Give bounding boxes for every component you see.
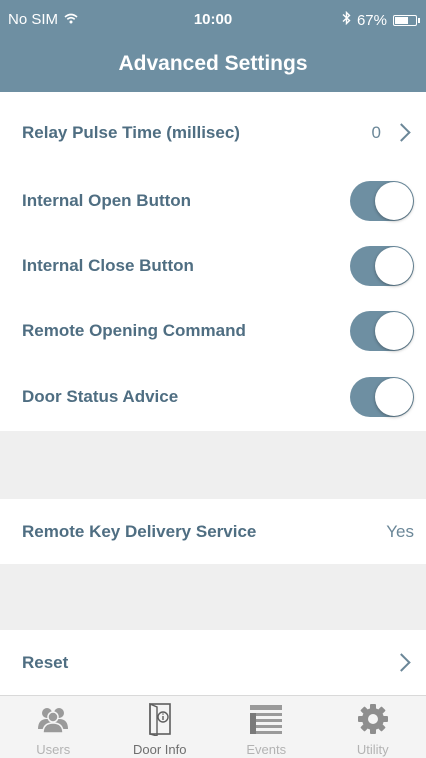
- tab-label: Door Info: [133, 742, 187, 757]
- status-right: 67%: [342, 10, 420, 29]
- chevron-right-icon: [392, 653, 411, 672]
- relay-pulse-row[interactable]: Relay Pulse Time (millisec) 0: [0, 100, 426, 165]
- remote-opening-label: Remote Opening Command: [22, 320, 246, 340]
- battery-percent: 67%: [356, 11, 387, 29]
- door-status-label: Door Status Advice: [22, 386, 179, 406]
- page-title: Advanced Settings: [118, 52, 308, 75]
- battery-icon: [393, 14, 417, 26]
- chevron-right-icon: [392, 123, 411, 142]
- toggle-knob: [375, 181, 413, 220]
- internal-close-row: Internal Close Button: [0, 233, 426, 298]
- remote-key-label: Remote Key Delivery Service: [22, 521, 257, 541]
- reset-label: Reset: [22, 652, 69, 672]
- section-gap: [0, 431, 426, 499]
- relay-pulse-label: Relay Pulse Time (millisec): [22, 122, 240, 142]
- remote-key-row[interactable]: Remote Key Delivery Service Yes: [0, 499, 426, 564]
- door-info-icon: [143, 702, 177, 736]
- section-gap: [0, 564, 426, 630]
- header-bar: No SIM 10:00 67% Advanced Settings: [0, 0, 426, 92]
- status-bar: No SIM 10:00 67%: [0, 0, 426, 36]
- toggle-knob: [375, 311, 413, 350]
- internal-open-label: Internal Open Button: [22, 190, 192, 210]
- tab-door-info[interactable]: Door Info: [107, 696, 214, 758]
- gear-icon: [356, 702, 390, 736]
- tab-users[interactable]: Users: [0, 696, 107, 758]
- remote-key-value: Yes: [386, 521, 414, 541]
- tab-utility[interactable]: Utility: [320, 696, 426, 758]
- internal-open-toggle[interactable]: [350, 180, 414, 221]
- door-status-row: Door Status Advice: [0, 364, 426, 429]
- tab-label: Events: [246, 742, 287, 757]
- internal-close-label: Internal Close Button: [22, 255, 194, 275]
- battery-tip: [418, 17, 420, 23]
- toggle-knob: [375, 377, 413, 416]
- internal-open-row: Internal Open Button: [0, 168, 426, 233]
- door-status-toggle[interactable]: [350, 376, 414, 417]
- bluetooth-icon: [342, 10, 351, 29]
- relay-pulse-value-group: 0: [372, 123, 414, 143]
- users-icon: [36, 702, 70, 736]
- toggle-knob: [375, 246, 413, 285]
- events-icon: [249, 702, 283, 736]
- battery-fill: [395, 16, 408, 24]
- tab-label: Utility: [356, 742, 389, 757]
- tab-bar: Users Door Info Events Utility: [0, 695, 426, 758]
- internal-close-toggle[interactable]: [350, 245, 414, 286]
- remote-opening-row: Remote Opening Command: [0, 298, 426, 363]
- remote-opening-toggle[interactable]: [350, 310, 414, 351]
- relay-pulse-value: 0: [371, 122, 381, 142]
- tab-events[interactable]: Events: [213, 696, 320, 758]
- tab-label: Users: [36, 742, 71, 757]
- reset-row[interactable]: Reset: [0, 630, 426, 695]
